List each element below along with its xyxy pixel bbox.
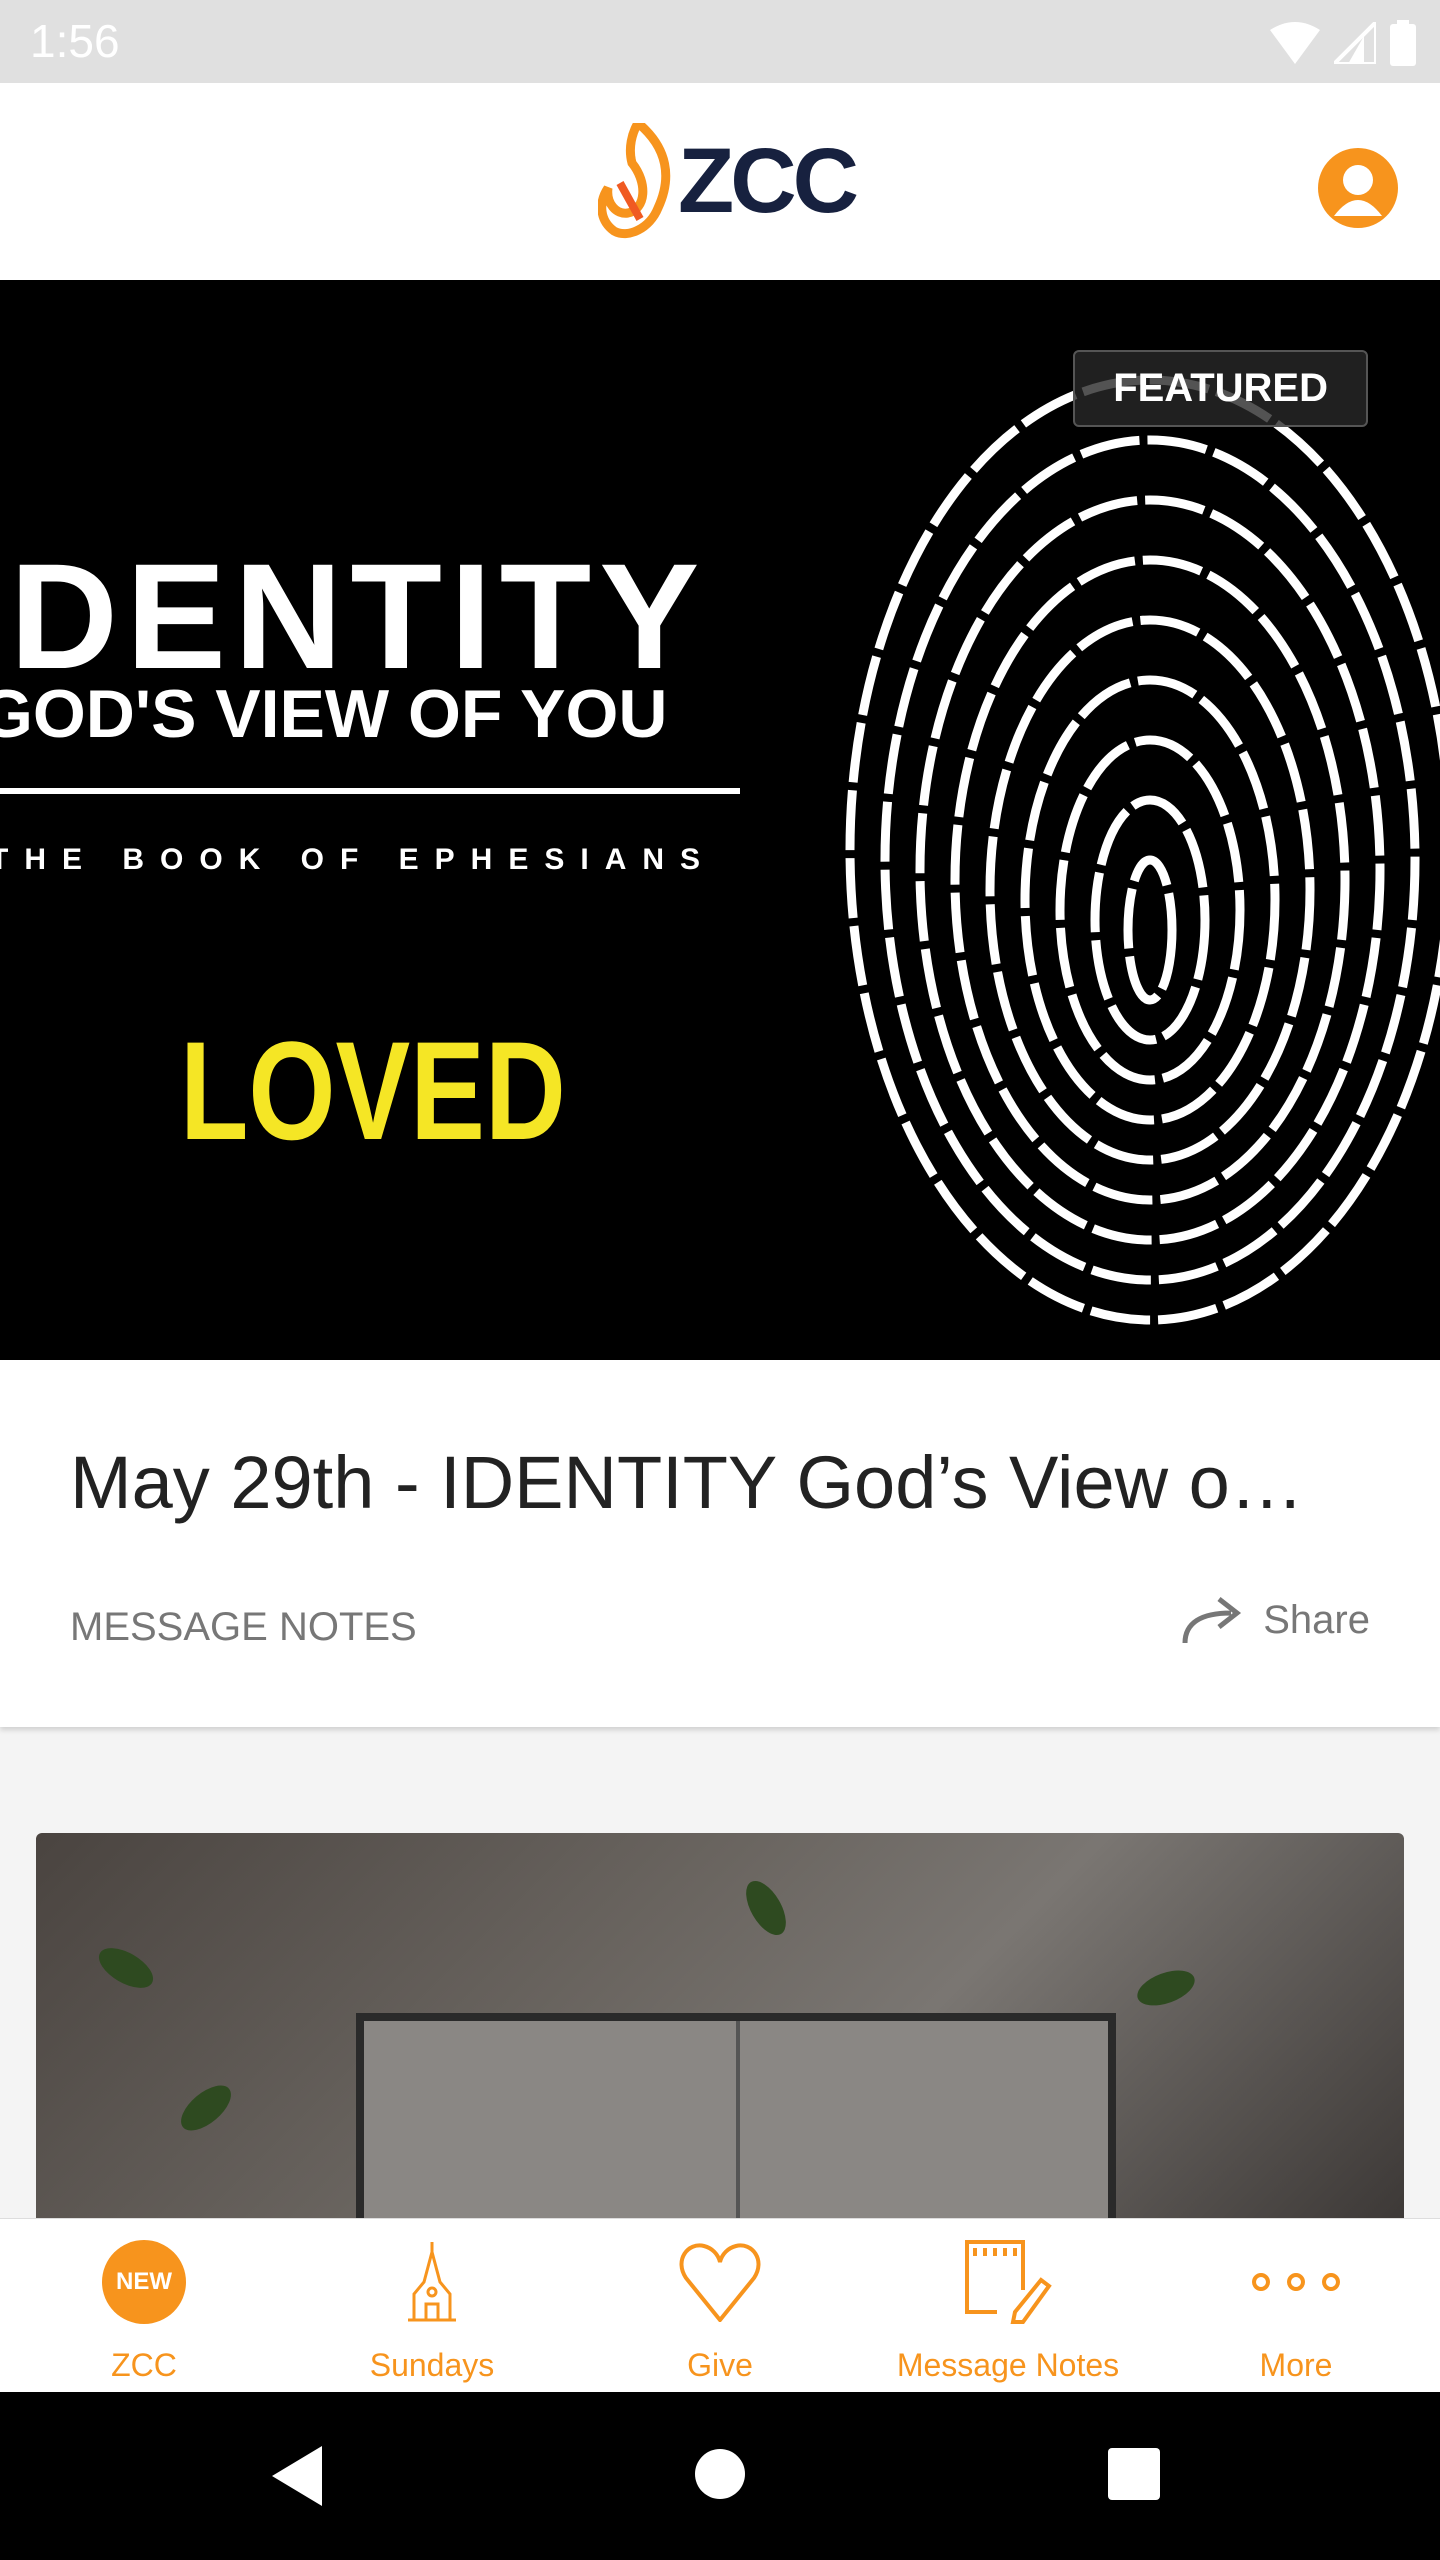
- system-navigation-bar: [0, 2392, 1440, 2560]
- nav-item-sundays[interactable]: Sundays: [288, 2219, 576, 2392]
- nav-item-message-notes[interactable]: Message Notes: [864, 2219, 1152, 2392]
- banner-series: THE BOOK OF EPHESIANS: [0, 843, 717, 876]
- leaf-decoration: [738, 1874, 794, 1942]
- featured-card[interactable]: May 29th - IDENTITY God’s View o… MESSAG…: [0, 1360, 1440, 1727]
- nav-label: ZCC: [111, 2347, 177, 2383]
- nav-label: Give: [687, 2347, 753, 2383]
- wifi-icon: [1270, 22, 1320, 64]
- banner-divider: [0, 788, 740, 794]
- recents-icon[interactable]: [1108, 2448, 1160, 2500]
- nav-label: Sundays: [369, 2347, 495, 2383]
- more-dots-icon: [1252, 2273, 1340, 2291]
- status-bar: 1:56: [0, 0, 1440, 83]
- nav-item-zcc[interactable]: NEW ZCC: [0, 2219, 288, 2392]
- content-card-image[interactable]: [36, 1833, 1404, 2253]
- logo-text: ZCC: [678, 129, 859, 232]
- church-icon: [408, 2242, 456, 2322]
- leaf-decoration: [92, 1940, 160, 1996]
- flame-icon: [598, 123, 671, 239]
- leaf-decoration: [1132, 1963, 1200, 2013]
- signal-icon: [1334, 22, 1376, 64]
- nav-item-more[interactable]: More: [1152, 2219, 1440, 2392]
- share-arrow-icon: [1182, 1597, 1242, 1644]
- nav-label: More: [1259, 2347, 1333, 2383]
- status-time: 1:56: [30, 15, 120, 67]
- heart-icon: [679, 2243, 761, 2322]
- featured-title[interactable]: May 29th - IDENTITY God’s View o…: [70, 1440, 1304, 1525]
- battery-icon: [1390, 20, 1416, 66]
- banner-word: LOVED: [180, 1012, 566, 1169]
- bible-image: [356, 2013, 1116, 2253]
- fingerprint-image: [845, 375, 1440, 1325]
- nav-label: Message Notes: [896, 2347, 1120, 2383]
- share-button[interactable]: Share: [1181, 1595, 1370, 1645]
- category-label: MESSAGE NOTES: [70, 1605, 417, 1649]
- nav-item-give[interactable]: Give: [576, 2219, 864, 2392]
- user-icon: [1334, 165, 1382, 216]
- app-header: ZCC: [0, 83, 1440, 280]
- banner-subtitle: GOD'S VIEW OF YOU: [0, 676, 668, 752]
- share-label: Share: [1263, 1597, 1370, 1642]
- featured-badge: FEATURED: [1073, 350, 1368, 427]
- back-icon[interactable]: [272, 2446, 326, 2506]
- bottom-navigation: NEW ZCC Sundays Give Message Notes More: [0, 2218, 1440, 2392]
- profile-avatar-button[interactable]: [1318, 148, 1398, 228]
- notepad-pencil-icon: [965, 2240, 1052, 2324]
- leaf-decoration: [173, 2077, 239, 2139]
- home-icon[interactable]: [694, 2448, 746, 2500]
- new-badge-icon: NEW: [102, 2240, 186, 2324]
- zcc-logo[interactable]: ZCC: [598, 123, 859, 239]
- featured-banner[interactable]: IDENTITY GOD'S VIEW OF YOU THE BOOK OF E…: [0, 280, 1440, 1360]
